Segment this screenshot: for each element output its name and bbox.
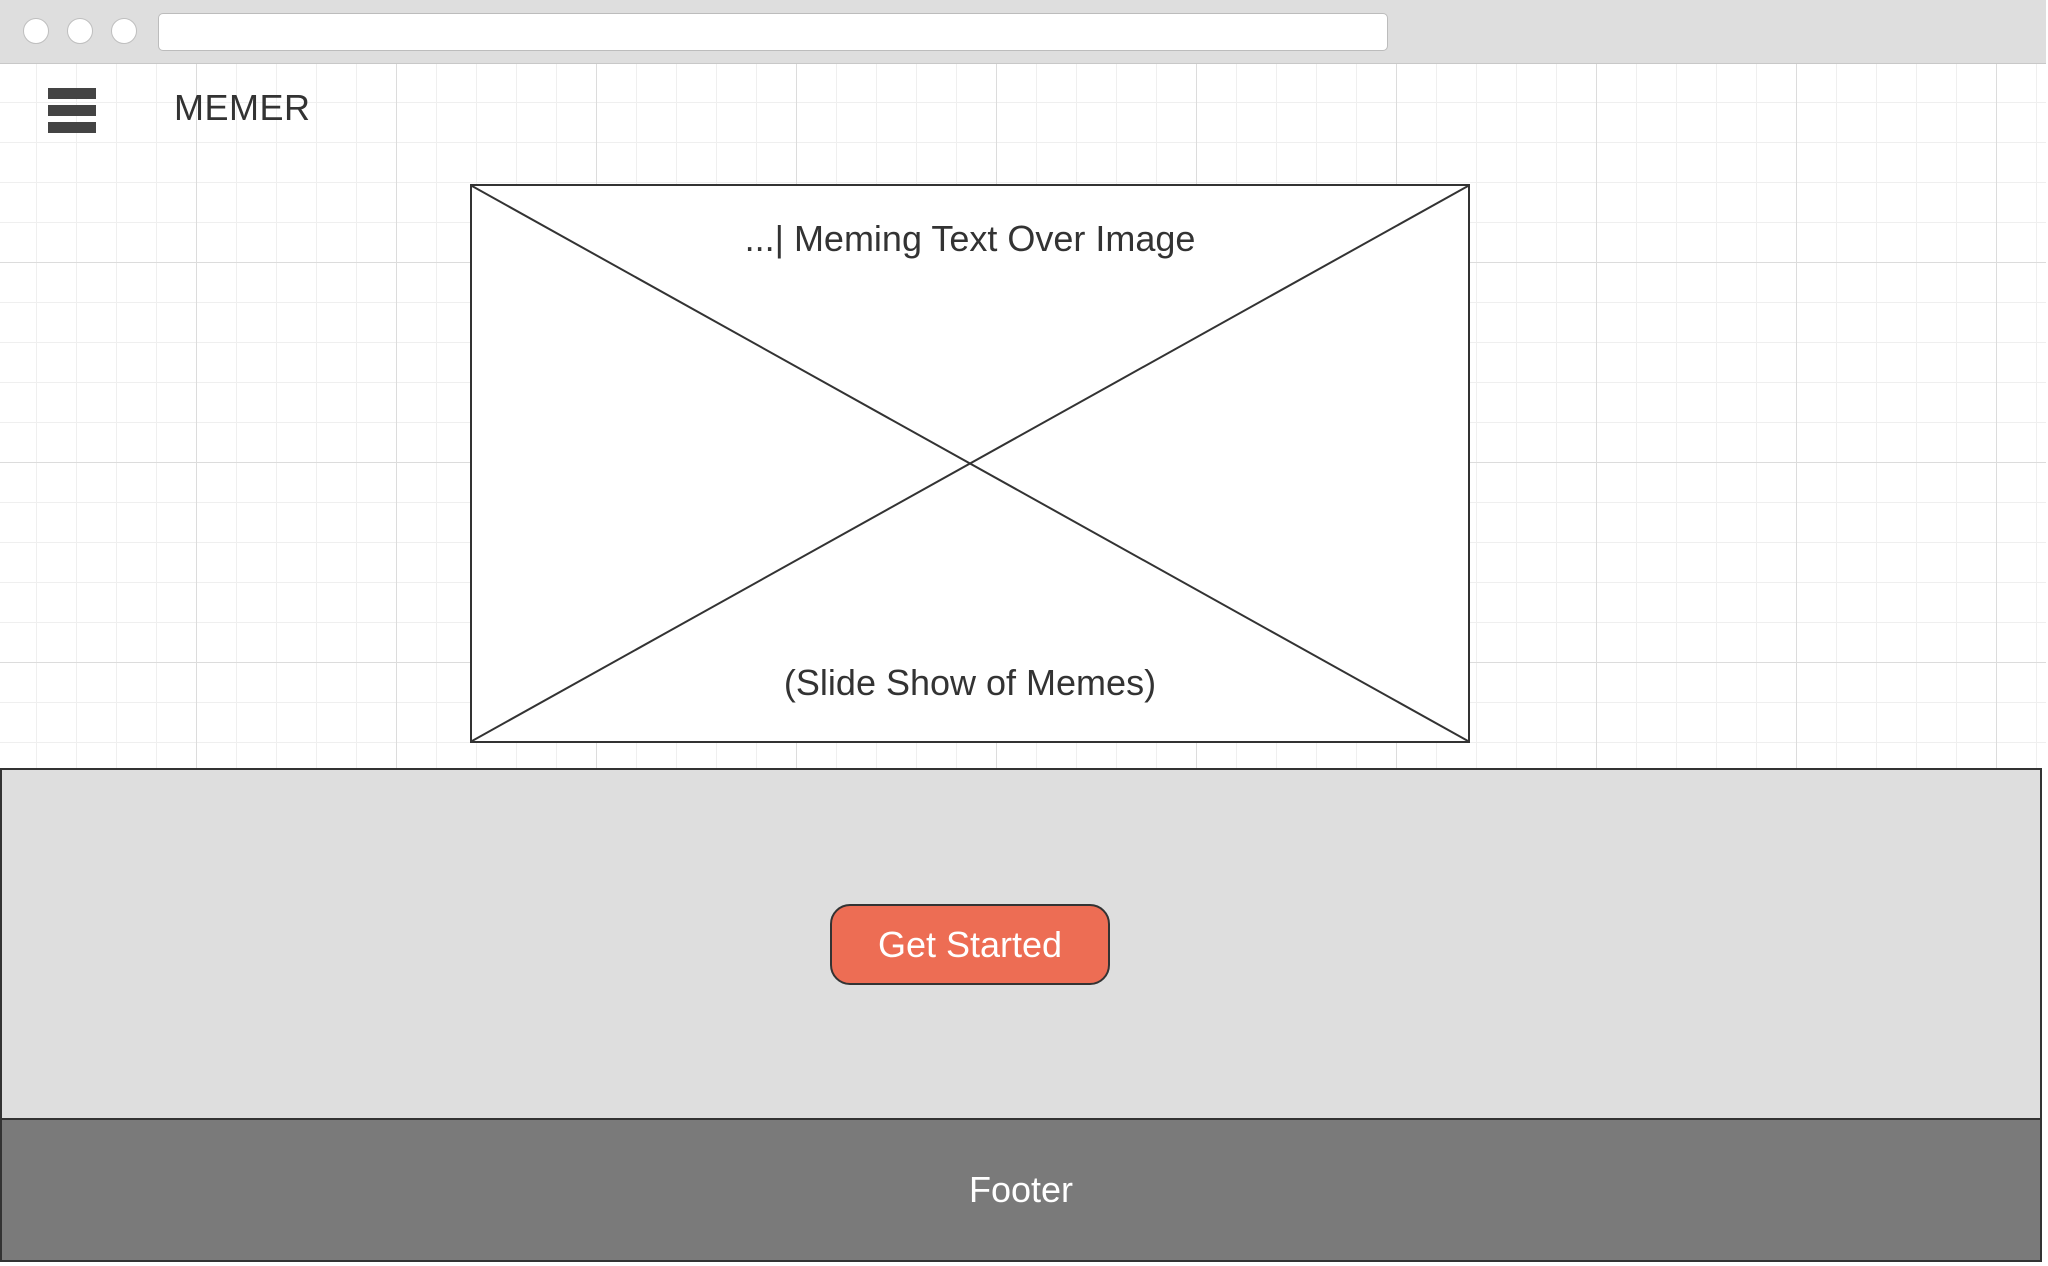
brand-logo[interactable]: MEMER [174,84,311,132]
menu-bar-top [48,88,96,99]
meme-slideshow[interactable]: ...| Meming Text Over Image (Slide Show … [470,184,1470,743]
get-started-button[interactable]: Get Started [830,904,1110,985]
image-placeholder-icon [472,186,1468,741]
address-bar[interactable] [158,13,1388,51]
menu-bar-middle [48,105,96,116]
slideshow-caption: (Slide Show of Memes) [783,662,1157,703]
footer-label: Footer [968,1169,1074,1210]
window-maximize-dot[interactable] [111,18,137,44]
hamburger-menu-icon[interactable] [48,88,96,136]
window-close-dot[interactable] [23,18,49,44]
window-minimize-dot[interactable] [67,18,93,44]
meme-overlay-text: ...| Meming Text Over Image [744,218,1196,259]
footer: Footer [0,1118,2042,1262]
menu-bar-bottom [48,122,96,133]
browser-chrome [0,0,2046,64]
